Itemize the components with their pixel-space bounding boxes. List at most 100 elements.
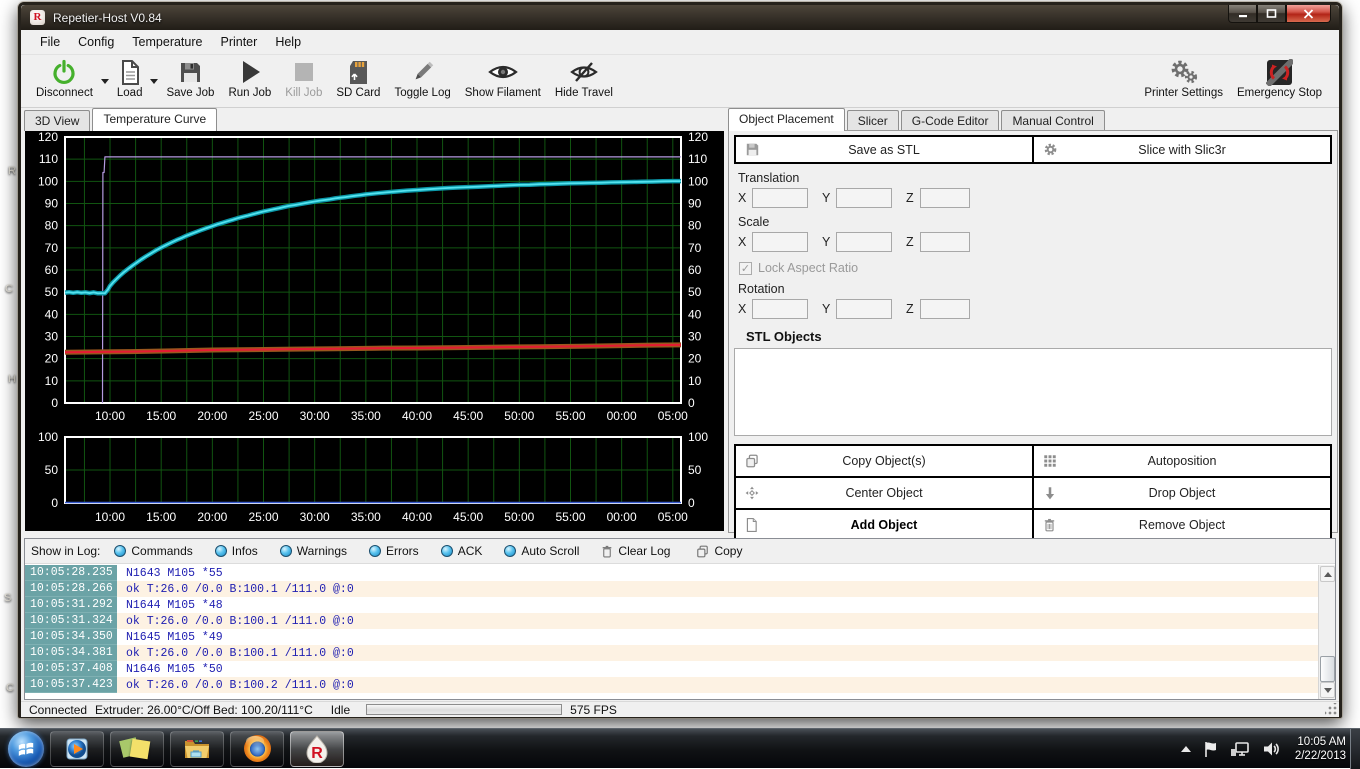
firefox-icon <box>244 735 271 762</box>
toggle-ack[interactable]: ACK <box>441 544 483 558</box>
scale-y-input[interactable] <box>836 232 892 252</box>
load-button[interactable]: Load <box>110 55 150 107</box>
show-filament-button[interactable]: Show Filament <box>458 55 548 107</box>
taskbar-explorer[interactable] <box>170 731 224 767</box>
translation-y-input[interactable] <box>836 188 892 208</box>
svg-text:50: 50 <box>45 285 59 299</box>
sd-card-button[interactable]: SD Card <box>329 55 387 107</box>
tab-object-placement[interactable]: Object Placement <box>728 108 845 131</box>
disconnect-button[interactable]: Disconnect <box>29 55 100 107</box>
disconnect-dropdown-icon[interactable] <box>101 79 109 84</box>
stl-objects-label: STL Objects <box>746 329 1332 344</box>
log-timestamp: 10:05:34.350 <box>25 629 117 645</box>
clear-log-button[interactable]: Clear Log <box>601 544 670 558</box>
svg-text:10:00: 10:00 <box>95 510 125 524</box>
temperature-chart-panel: 0010102020303040405050606070708080909010… <box>25 131 724 531</box>
copy-objects-button[interactable]: Copy Object(s) <box>736 446 1032 476</box>
sd-card-icon <box>347 58 370 86</box>
menu-file[interactable]: File <box>31 31 69 53</box>
load-dropdown-icon[interactable] <box>150 79 158 84</box>
log-timestamp: 10:05:37.408 <box>25 661 117 677</box>
svg-text:00:00: 00:00 <box>607 510 637 524</box>
menu-printer[interactable]: Printer <box>211 31 266 53</box>
hide-travel-button[interactable]: Hide Travel <box>548 55 620 107</box>
tab-3d-view[interactable]: 3D View <box>24 110 90 131</box>
repetier-host-window: R Repetier-Host V0.84 File Config Temper… <box>18 2 1342 718</box>
autoposition-button[interactable]: Autoposition <box>1034 446 1330 476</box>
scroll-thumb[interactable] <box>1320 656 1335 682</box>
resize-grip[interactable] <box>1325 703 1337 715</box>
tab-slicer[interactable]: Slicer <box>847 110 899 131</box>
svg-text:55:00: 55:00 <box>555 409 585 423</box>
save-job-button[interactable]: Save Job <box>159 55 221 107</box>
close-button[interactable] <box>1286 5 1331 23</box>
log-timestamp: 10:05:28.235 <box>25 565 117 581</box>
axis-y-label: Y <box>822 302 836 316</box>
rotation-y-input[interactable] <box>836 299 892 319</box>
svg-text:10: 10 <box>45 374 59 388</box>
log-message: ok T:26.0 /0.0 B:100.1 /111.0 @:0 <box>117 647 354 660</box>
maximize-button[interactable] <box>1257 5 1286 23</box>
menu-help[interactable]: Help <box>266 31 310 53</box>
drop-object-button[interactable]: Drop Object <box>1034 478 1330 508</box>
run-job-button[interactable]: Run Job <box>221 55 278 107</box>
network-icon[interactable] <box>1230 740 1250 758</box>
taskbar-repetier-host[interactable]: R <box>290 731 344 767</box>
menu-config[interactable]: Config <box>69 31 123 53</box>
taskbar-sticky-notes[interactable] <box>110 731 164 767</box>
rotation-x-input[interactable] <box>752 299 808 319</box>
toggle-infos[interactable]: Infos <box>215 544 258 558</box>
rotation-z-input[interactable] <box>920 299 970 319</box>
translation-x-input[interactable] <box>752 188 808 208</box>
emergency-stop-button[interactable]: Emergency Stop <box>1230 55 1329 108</box>
tab-gcode-editor[interactable]: G-Code Editor <box>901 110 1000 131</box>
tab-temperature-curve[interactable]: Temperature Curve <box>92 108 217 131</box>
slice-with-slic3r-button[interactable]: Slice with Slic3r <box>1032 137 1330 162</box>
toggle-errors[interactable]: Errors <box>369 544 419 558</box>
taskbar-firefox[interactable] <box>230 731 284 767</box>
remove-object-button[interactable]: Remove Object <box>1034 510 1330 540</box>
add-object-button[interactable]: Add Object <box>736 510 1032 540</box>
axis-x-label: X <box>738 235 752 249</box>
minimize-button[interactable] <box>1228 5 1257 23</box>
log-message: N1644 M105 *48 <box>117 599 223 612</box>
volume-icon[interactable] <box>1262 740 1281 758</box>
taskbar-media-player[interactable] <box>50 731 104 767</box>
menu-temperature[interactable]: Temperature <box>123 31 211 53</box>
scroll-down-icon[interactable] <box>1320 682 1335 698</box>
stl-objects-list[interactable] <box>734 348 1332 436</box>
copy-log-button[interactable]: Copy <box>696 544 742 558</box>
log-message: ok T:26.0 /0.0 B:100.2 /111.0 @:0 <box>117 679 354 692</box>
scale-label: Scale <box>738 215 1332 229</box>
scroll-up-icon[interactable] <box>1320 566 1335 582</box>
svg-text:0: 0 <box>688 496 695 510</box>
tab-manual-control[interactable]: Manual Control <box>1001 110 1104 131</box>
scale-x-input[interactable] <box>752 232 808 252</box>
printer-settings-button[interactable]: Printer Settings <box>1137 55 1230 108</box>
log-rows[interactable]: 10:05:28.235N1643 M105 *5510:05:28.266ok… <box>25 565 1318 699</box>
scale-z-input[interactable] <box>920 232 970 252</box>
svg-text:45:00: 45:00 <box>453 409 483 423</box>
fps-counter: 575 FPS <box>570 703 617 717</box>
toggle-warnings[interactable]: Warnings <box>280 544 347 558</box>
windows-flag-icon <box>17 740 35 758</box>
title-bar[interactable]: R Repetier-Host V0.84 <box>21 5 1339 30</box>
clock-date: 2/22/2013 <box>1295 749 1346 763</box>
toggle-commands[interactable]: Commands <box>114 544 192 558</box>
folder-icon <box>183 737 211 761</box>
action-center-flag-icon[interactable] <box>1203 740 1218 758</box>
save-as-stl-button[interactable]: Save as STL <box>736 137 1032 162</box>
svg-text:50: 50 <box>688 285 702 299</box>
toggle-auto-scroll[interactable]: Auto Scroll <box>504 544 579 558</box>
start-button[interactable] <box>8 731 44 767</box>
toggle-log-button[interactable]: Toggle Log <box>387 55 457 107</box>
log-scrollbar[interactable] <box>1318 565 1335 699</box>
down-arrow-icon <box>1043 486 1057 500</box>
center-object-button[interactable]: Center Object <box>736 478 1032 508</box>
taskbar-clock[interactable]: 10:05 AM 2/22/2013 <box>1295 735 1346 763</box>
log-row: 10:05:37.408N1646 M105 *50 <box>25 661 1318 677</box>
hidden-icons-button[interactable] <box>1181 746 1191 752</box>
show-desktop-button[interactable] <box>1350 729 1360 769</box>
translation-z-input[interactable] <box>920 188 970 208</box>
lock-aspect-checkbox[interactable]: ✓ <box>739 262 752 275</box>
